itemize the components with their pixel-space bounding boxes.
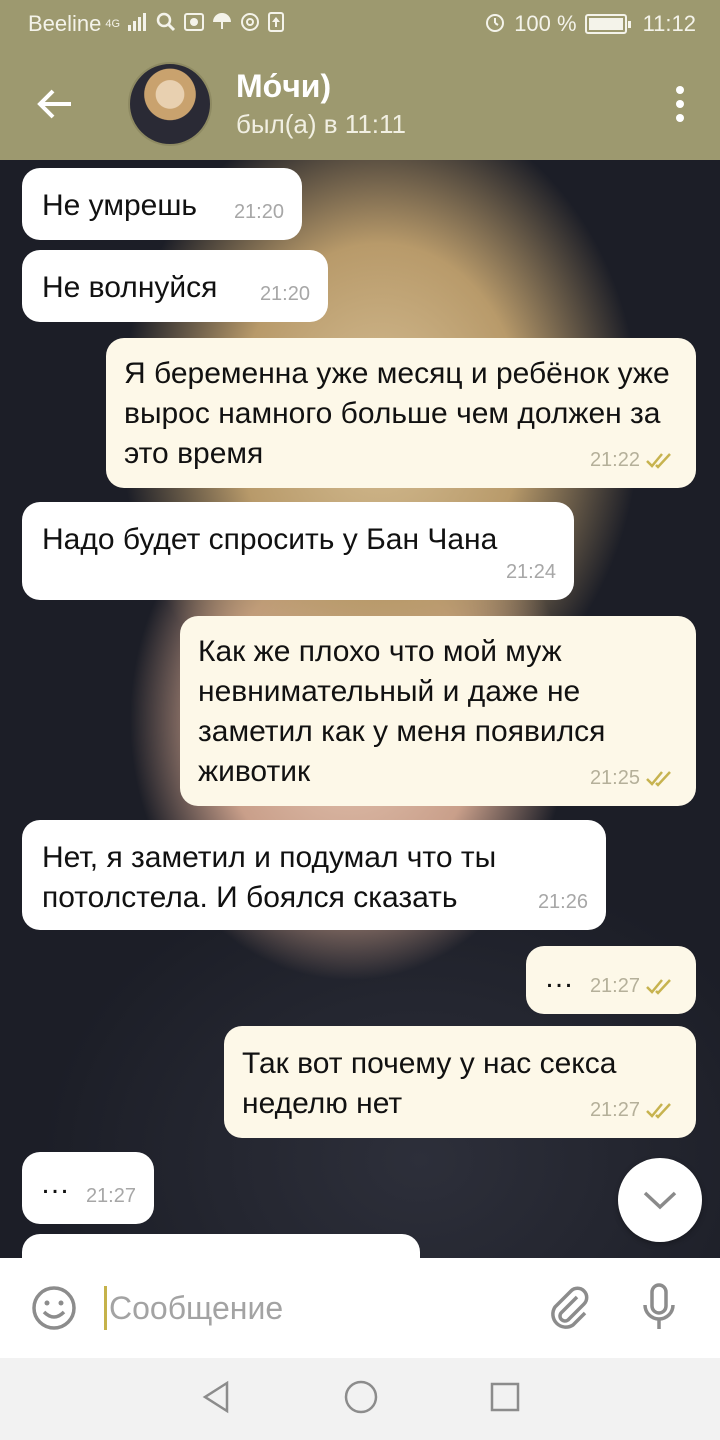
message-time: 21:20 [233, 201, 284, 223]
message-time: 21:22 [589, 449, 640, 471]
battery-percent: 100 % [514, 11, 577, 36]
chat-messages[interactable]: Не умрешь 21:20 Не волнуйся 21:20 Я бере… [0, 160, 720, 1258]
smile-icon [32, 1286, 76, 1330]
message-text: Надо будет спросить у Бан Чана [42, 523, 498, 556]
nav-back-button[interactable] [199, 1380, 233, 1419]
chat-header: Мо́чи) был(а) в 11:11 [0, 48, 720, 160]
system-nav-bar [0, 1358, 720, 1440]
avatar[interactable] [128, 62, 212, 146]
search-icon [156, 12, 176, 36]
message-bubble-outgoing[interactable]: Так вот почему у нас секса неделю нет 21… [224, 1026, 696, 1138]
message-bubble-incoming[interactable]: Не умрешь 21:20 [22, 168, 302, 240]
signal-icon [128, 13, 148, 35]
microphone-button[interactable] [614, 1258, 704, 1358]
status-left: Beeline 4G [28, 11, 285, 37]
double-check-icon [646, 453, 671, 469]
microphone-icon [643, 1283, 675, 1329]
message-meta: 21:26 [538, 882, 588, 922]
paperclip-icon [551, 1286, 589, 1329]
message-bubble-incoming[interactable]: … 21:27 [22, 1152, 154, 1224]
message-bubble-incoming[interactable]: Надо будет спросить у Бан Чана 21:24 [22, 502, 574, 600]
double-check-icon [646, 979, 671, 995]
back-button[interactable] [0, 48, 110, 160]
message-meta: 21:22 [590, 440, 678, 480]
network-type: 4G [105, 17, 121, 30]
attach-button[interactable] [524, 1258, 614, 1358]
message-time: 21:20 [259, 283, 310, 305]
scroll-down-button[interactable] [618, 1158, 702, 1242]
chat-title-block[interactable]: Мо́чи) был(а) в 11:11 [236, 68, 406, 140]
arrow-left-icon [37, 89, 71, 119]
message-input-bar: Сообщение [0, 1258, 720, 1358]
message-input[interactable]: Сообщение [104, 1278, 524, 1338]
at-sign-icon [240, 12, 260, 36]
message-bubble-partial[interactable] [22, 1234, 420, 1258]
message-time: 21:27 [589, 1099, 640, 1121]
message-text: Нет, я заметил и подумал что ты потолсте… [42, 841, 497, 914]
clock-time: 11:12 [642, 11, 696, 36]
message-bubble-incoming[interactable]: Нет, я заметил и подумал что ты потолсте… [22, 820, 606, 930]
message-meta: 21:25 [590, 758, 678, 798]
message-meta: 21:27 [590, 966, 678, 1006]
message-time: 21:27 [589, 975, 640, 997]
message-bubble-outgoing[interactable]: Я беременна уже месяц и ребёнок уже выро… [106, 338, 696, 488]
double-check-icon [646, 771, 671, 787]
message-meta: 21:27 [590, 1090, 678, 1130]
status-bar: Beeline 4G 100 % 11:12 [0, 0, 720, 48]
more-vertical-icon [676, 86, 684, 94]
image-notification-icon [184, 12, 205, 36]
message-meta: 21:20 [260, 274, 310, 314]
more-menu-button[interactable] [640, 48, 720, 160]
message-time: 21:24 [505, 561, 556, 583]
square-recents-icon [490, 1382, 520, 1411]
emoji-button[interactable] [4, 1258, 104, 1358]
circle-home-icon [344, 1380, 378, 1413]
chevron-down-icon [643, 1191, 677, 1210]
message-meta: 21:27 [86, 1176, 136, 1216]
nav-recents-button[interactable] [489, 1381, 521, 1418]
more-vertical-icon-dot [676, 100, 684, 108]
chat-name: Мо́чи) [236, 68, 332, 104]
umbrella-icon [212, 12, 232, 36]
more-vertical-icon-dot [676, 114, 684, 122]
message-input-placeholder: Сообщение [109, 1289, 284, 1326]
message-time: 21:25 [589, 767, 640, 789]
message-bubble-outgoing[interactable]: Как же плохо что мой муж невнимательный … [180, 616, 696, 806]
triangle-back-icon [202, 1380, 229, 1413]
message-time: 21:26 [537, 891, 588, 913]
alarm-icon [484, 11, 506, 37]
battery-icon [584, 14, 631, 34]
last-seen-status: был(а) в 11:11 [236, 109, 406, 139]
message-bubble-outgoing[interactable]: … 21:27 [526, 946, 696, 1014]
status-right: 100 % 11:12 [484, 11, 696, 37]
nav-home-button[interactable] [343, 1379, 379, 1420]
message-time: 21:27 [85, 1185, 136, 1207]
message-meta: 21:24 [506, 552, 556, 592]
upload-icon [268, 12, 285, 36]
carrier-name: Beeline [28, 11, 102, 36]
text-caret [104, 1286, 107, 1330]
message-bubble-incoming[interactable]: Не волнуйся 21:20 [22, 250, 328, 322]
battery-fill [588, 18, 623, 30]
double-check-icon [646, 1103, 671, 1119]
message-meta: 21:20 [234, 192, 284, 232]
